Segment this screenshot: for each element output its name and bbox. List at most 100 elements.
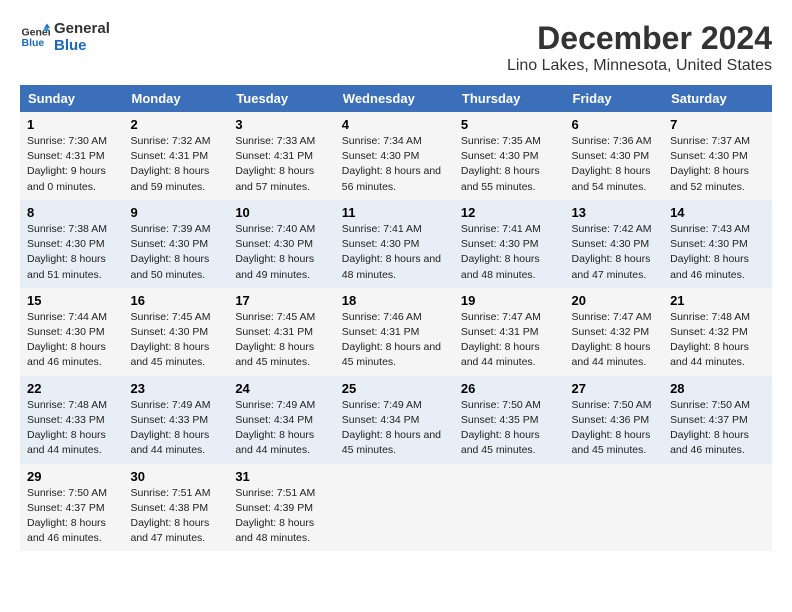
calendar-week-row: 22 Sunrise: 7:48 AMSunset: 4:33 PMDaylig…: [20, 376, 772, 464]
calendar-cell: 31 Sunrise: 7:51 AMSunset: 4:39 PMDaylig…: [228, 464, 334, 552]
day-number: 12: [461, 205, 558, 220]
calendar-cell: 14 Sunrise: 7:43 AMSunset: 4:30 PMDaylig…: [663, 200, 772, 288]
calendar-header: SundayMondayTuesdayWednesdayThursdayFrid…: [20, 85, 772, 112]
day-number: 5: [461, 117, 558, 132]
day-number: 24: [235, 381, 327, 396]
calendar-cell: 22 Sunrise: 7:48 AMSunset: 4:33 PMDaylig…: [20, 376, 123, 464]
day-info: Sunrise: 7:40 AMSunset: 4:30 PMDaylight:…: [235, 222, 327, 283]
title-area: December 2024 Lino Lakes, Minnesota, Uni…: [507, 20, 772, 75]
subtitle: Lino Lakes, Minnesota, United States: [507, 57, 772, 75]
calendar-cell: 15 Sunrise: 7:44 AMSunset: 4:30 PMDaylig…: [20, 288, 123, 376]
day-number: 23: [130, 381, 221, 396]
day-info: Sunrise: 7:48 AMSunset: 4:33 PMDaylight:…: [27, 398, 116, 459]
calendar-cell: 26 Sunrise: 7:50 AMSunset: 4:35 PMDaylig…: [454, 376, 565, 464]
calendar-cell: 29 Sunrise: 7:50 AMSunset: 4:37 PMDaylig…: [20, 464, 123, 552]
calendar-day-header: Friday: [565, 85, 664, 112]
logo-line2: Blue: [54, 37, 110, 54]
calendar-day-header: Sunday: [20, 85, 123, 112]
day-info: Sunrise: 7:46 AMSunset: 4:31 PMDaylight:…: [342, 310, 447, 371]
day-info: Sunrise: 7:50 AMSunset: 4:36 PMDaylight:…: [572, 398, 657, 459]
day-info: Sunrise: 7:49 AMSunset: 4:34 PMDaylight:…: [235, 398, 327, 459]
day-number: 21: [670, 293, 765, 308]
day-number: 25: [342, 381, 447, 396]
day-number: 28: [670, 381, 765, 396]
calendar-cell: 17 Sunrise: 7:45 AMSunset: 4:31 PMDaylig…: [228, 288, 334, 376]
day-info: Sunrise: 7:36 AMSunset: 4:30 PMDaylight:…: [572, 134, 657, 195]
calendar-cell: [454, 464, 565, 552]
day-info: Sunrise: 7:51 AMSunset: 4:38 PMDaylight:…: [130, 486, 221, 547]
calendar-cell: 27 Sunrise: 7:50 AMSunset: 4:36 PMDaylig…: [565, 376, 664, 464]
day-number: 18: [342, 293, 447, 308]
day-number: 22: [27, 381, 116, 396]
logo-icon: General Blue: [20, 22, 50, 52]
day-info: Sunrise: 7:44 AMSunset: 4:30 PMDaylight:…: [27, 310, 116, 371]
day-info: Sunrise: 7:45 AMSunset: 4:30 PMDaylight:…: [130, 310, 221, 371]
calendar-cell: 10 Sunrise: 7:40 AMSunset: 4:30 PMDaylig…: [228, 200, 334, 288]
day-number: 19: [461, 293, 558, 308]
day-info: Sunrise: 7:48 AMSunset: 4:32 PMDaylight:…: [670, 310, 765, 371]
calendar-cell: 3 Sunrise: 7:33 AMSunset: 4:31 PMDayligh…: [228, 112, 334, 200]
day-info: Sunrise: 7:50 AMSunset: 4:35 PMDaylight:…: [461, 398, 558, 459]
day-info: Sunrise: 7:47 AMSunset: 4:32 PMDaylight:…: [572, 310, 657, 371]
day-number: 15: [27, 293, 116, 308]
calendar-week-row: 1 Sunrise: 7:30 AMSunset: 4:31 PMDayligh…: [20, 112, 772, 200]
calendar-week-row: 8 Sunrise: 7:38 AMSunset: 4:30 PMDayligh…: [20, 200, 772, 288]
calendar-cell: 28 Sunrise: 7:50 AMSunset: 4:37 PMDaylig…: [663, 376, 772, 464]
day-info: Sunrise: 7:33 AMSunset: 4:31 PMDaylight:…: [235, 134, 327, 195]
calendar-cell: 13 Sunrise: 7:42 AMSunset: 4:30 PMDaylig…: [565, 200, 664, 288]
calendar-day-header: Saturday: [663, 85, 772, 112]
day-info: Sunrise: 7:50 AMSunset: 4:37 PMDaylight:…: [27, 486, 116, 547]
day-info: Sunrise: 7:50 AMSunset: 4:37 PMDaylight:…: [670, 398, 765, 459]
day-number: 1: [27, 117, 116, 132]
day-number: 6: [572, 117, 657, 132]
day-info: Sunrise: 7:51 AMSunset: 4:39 PMDaylight:…: [235, 486, 327, 547]
day-info: Sunrise: 7:30 AMSunset: 4:31 PMDaylight:…: [27, 134, 116, 195]
calendar-cell: 16 Sunrise: 7:45 AMSunset: 4:30 PMDaylig…: [123, 288, 228, 376]
day-info: Sunrise: 7:43 AMSunset: 4:30 PMDaylight:…: [670, 222, 765, 283]
calendar-body: 1 Sunrise: 7:30 AMSunset: 4:31 PMDayligh…: [20, 112, 772, 551]
day-number: 3: [235, 117, 327, 132]
calendar-cell: 30 Sunrise: 7:51 AMSunset: 4:38 PMDaylig…: [123, 464, 228, 552]
day-number: 17: [235, 293, 327, 308]
calendar-cell: 19 Sunrise: 7:47 AMSunset: 4:31 PMDaylig…: [454, 288, 565, 376]
day-number: 30: [130, 469, 221, 484]
calendar-cell: 25 Sunrise: 7:49 AMSunset: 4:34 PMDaylig…: [335, 376, 454, 464]
day-number: 16: [130, 293, 221, 308]
day-number: 8: [27, 205, 116, 220]
day-number: 29: [27, 469, 116, 484]
calendar-cell: 24 Sunrise: 7:49 AMSunset: 4:34 PMDaylig…: [228, 376, 334, 464]
calendar-day-header: Thursday: [454, 85, 565, 112]
calendar-cell: 23 Sunrise: 7:49 AMSunset: 4:33 PMDaylig…: [123, 376, 228, 464]
day-number: 10: [235, 205, 327, 220]
calendar-cell: 7 Sunrise: 7:37 AMSunset: 4:30 PMDayligh…: [663, 112, 772, 200]
logo: General Blue General Blue: [20, 20, 110, 54]
calendar-cell: [663, 464, 772, 552]
day-info: Sunrise: 7:32 AMSunset: 4:31 PMDaylight:…: [130, 134, 221, 195]
calendar-day-header: Wednesday: [335, 85, 454, 112]
day-number: 14: [670, 205, 765, 220]
day-info: Sunrise: 7:35 AMSunset: 4:30 PMDaylight:…: [461, 134, 558, 195]
day-number: 11: [342, 205, 447, 220]
calendar-cell: 4 Sunrise: 7:34 AMSunset: 4:30 PMDayligh…: [335, 112, 454, 200]
day-info: Sunrise: 7:38 AMSunset: 4:30 PMDaylight:…: [27, 222, 116, 283]
calendar-cell: 18 Sunrise: 7:46 AMSunset: 4:31 PMDaylig…: [335, 288, 454, 376]
calendar-cell: 5 Sunrise: 7:35 AMSunset: 4:30 PMDayligh…: [454, 112, 565, 200]
calendar-day-header: Tuesday: [228, 85, 334, 112]
calendar-cell: [565, 464, 664, 552]
page-header: General Blue General Blue December 2024 …: [20, 20, 772, 75]
calendar-cell: 11 Sunrise: 7:41 AMSunset: 4:30 PMDaylig…: [335, 200, 454, 288]
calendar-cell: [335, 464, 454, 552]
calendar-week-row: 29 Sunrise: 7:50 AMSunset: 4:37 PMDaylig…: [20, 464, 772, 552]
calendar-table: SundayMondayTuesdayWednesdayThursdayFrid…: [20, 85, 772, 551]
day-number: 7: [670, 117, 765, 132]
day-info: Sunrise: 7:34 AMSunset: 4:30 PMDaylight:…: [342, 134, 447, 195]
day-info: Sunrise: 7:49 AMSunset: 4:34 PMDaylight:…: [342, 398, 447, 459]
day-number: 4: [342, 117, 447, 132]
day-number: 31: [235, 469, 327, 484]
day-number: 2: [130, 117, 221, 132]
day-info: Sunrise: 7:42 AMSunset: 4:30 PMDaylight:…: [572, 222, 657, 283]
day-info: Sunrise: 7:41 AMSunset: 4:30 PMDaylight:…: [342, 222, 447, 283]
day-number: 20: [572, 293, 657, 308]
main-title: December 2024: [507, 20, 772, 57]
day-info: Sunrise: 7:49 AMSunset: 4:33 PMDaylight:…: [130, 398, 221, 459]
